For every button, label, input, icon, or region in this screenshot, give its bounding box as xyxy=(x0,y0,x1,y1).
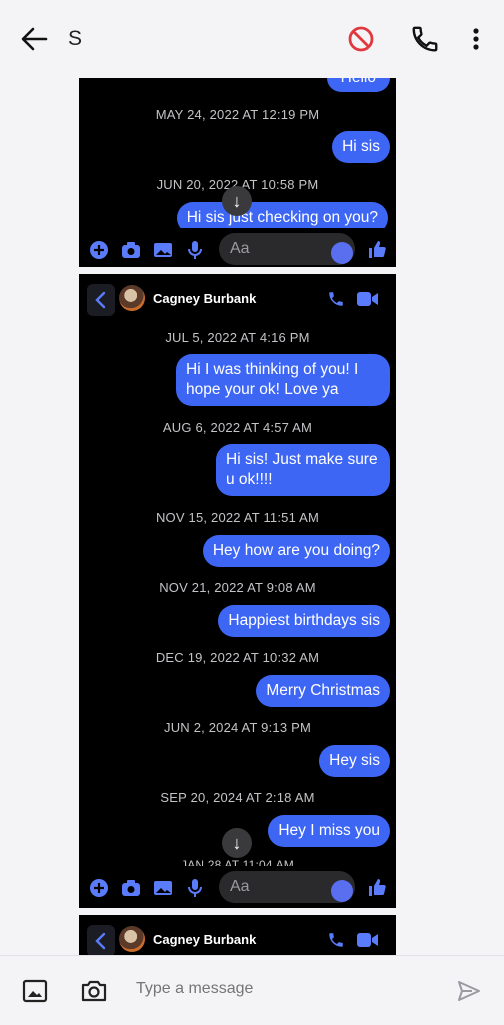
thumbs-up-icon[interactable] xyxy=(367,240,387,260)
scroll-down-arrow-icon[interactable]: ↓ xyxy=(222,828,252,858)
timestamp: JUL 5, 2022 AT 4:16 PM xyxy=(165,330,310,345)
scroll-down-arrow-icon[interactable]: ↓ xyxy=(222,186,252,216)
back-arrow-icon[interactable] xyxy=(20,26,48,52)
send-icon[interactable] xyxy=(456,978,482,1004)
timestamp: DEC 19, 2022 AT 10:32 AM xyxy=(155,650,320,665)
block-icon[interactable] xyxy=(346,24,376,54)
composer-placeholder: Aa xyxy=(230,878,250,895)
more-vert-icon[interactable] xyxy=(466,24,486,54)
avatar[interactable] xyxy=(119,285,145,311)
image-icon[interactable] xyxy=(153,240,173,260)
timestamp: NOV 15, 2022 AT 11:51 AM xyxy=(155,510,320,525)
chat-header: Cagney Burbank xyxy=(79,915,396,955)
emoji-icon[interactable] xyxy=(331,880,353,902)
camera-icon[interactable] xyxy=(121,878,141,898)
mic-icon[interactable] xyxy=(185,240,205,260)
chevron-left-icon[interactable] xyxy=(87,284,115,316)
screenshot-image-3[interactable]: Cagney Burbank xyxy=(79,915,396,955)
camera-icon[interactable] xyxy=(80,977,108,1003)
phone-icon[interactable] xyxy=(410,24,440,54)
timestamp: AUG 6, 2022 AT 4:57 AM xyxy=(162,420,313,435)
message-input[interactable] xyxy=(136,980,396,998)
phone-icon[interactable] xyxy=(327,290,345,308)
video-icon[interactable] xyxy=(357,291,379,307)
message-bubble: Merry Christmas xyxy=(256,675,390,707)
contact-name: Cagney Burbank xyxy=(153,291,257,306)
composer-bar: Aa xyxy=(79,228,396,267)
mic-icon[interactable] xyxy=(185,878,205,898)
video-icon[interactable] xyxy=(357,932,379,948)
message-bubble: Hey how are you doing? xyxy=(202,535,390,567)
plus-icon[interactable] xyxy=(89,878,109,898)
composer-placeholder: Aa xyxy=(230,240,250,257)
message-bubble-partial: Hello xyxy=(326,78,390,92)
contact-name: Cagney Burbank xyxy=(153,932,257,947)
phone-icon[interactable] xyxy=(327,931,345,949)
avatar[interactable] xyxy=(119,926,145,952)
message-bubble: Hey sis xyxy=(319,745,390,777)
timestamp: SEP 20, 2024 AT 2:18 AM xyxy=(160,790,315,805)
screenshot-image-2[interactable]: Cagney Burbank JUL 5, 2022 AT 4:16 PM Hi… xyxy=(79,274,396,908)
message-bubble: Happiest birthdays sis xyxy=(218,605,390,637)
message-composer xyxy=(0,955,504,1025)
gallery-icon[interactable] xyxy=(22,978,48,1004)
message-bubble: Hey I miss you xyxy=(268,815,390,847)
plus-icon[interactable] xyxy=(89,240,109,260)
emoji-icon[interactable] xyxy=(331,242,353,264)
chevron-left-icon[interactable] xyxy=(87,925,115,955)
chat-header: Cagney Burbank xyxy=(79,274,396,322)
app-bar: S xyxy=(0,0,504,78)
timestamp: MAY 24, 2022 AT 12:19 PM xyxy=(155,107,320,122)
timestamp: NOV 21, 2022 AT 9:08 AM xyxy=(159,580,316,595)
contact-title: S xyxy=(68,27,83,50)
timestamp-partial: JAN 28 AT 11:04 AM xyxy=(181,858,294,866)
screenshot-image-1[interactable]: Hello MAY 24, 2022 AT 12:19 PM Hi sis JU… xyxy=(79,78,396,267)
thumbs-up-icon[interactable] xyxy=(367,878,387,898)
message-bubble: Hi sis xyxy=(332,131,390,163)
image-icon[interactable] xyxy=(153,878,173,898)
composer-bar: Aa xyxy=(79,866,396,908)
message-bubble: Hi I was thinking of you! I hope your ok… xyxy=(176,354,390,406)
camera-icon[interactable] xyxy=(121,240,141,260)
timestamp: JUN 2, 2024 AT 9:13 PM xyxy=(164,720,311,735)
message-bubble: Hi sis! Just make sure u ok!!!! xyxy=(216,444,390,496)
